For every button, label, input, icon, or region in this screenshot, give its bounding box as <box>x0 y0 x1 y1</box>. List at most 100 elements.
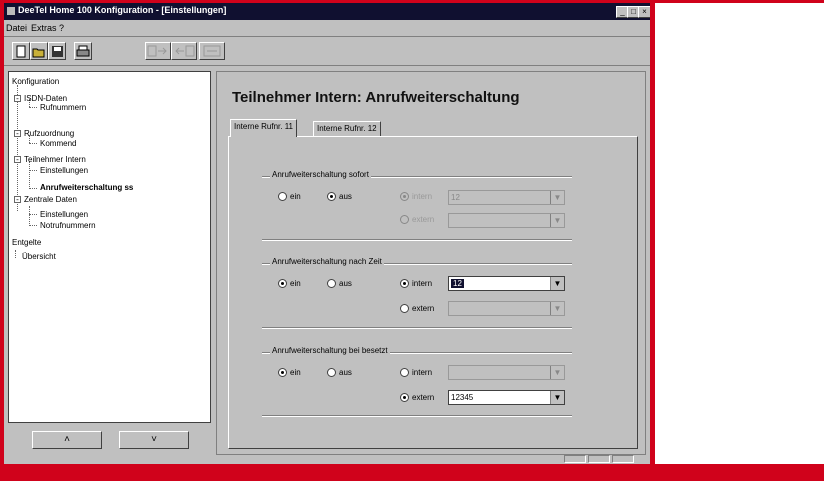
tree-item-entgelte[interactable]: Entgelte <box>12 238 41 247</box>
previous-button[interactable]: ˄ <box>32 431 102 449</box>
radio-besetzt-intern[interactable] <box>400 368 409 377</box>
menu-datei[interactable]: Datei <box>6 23 27 33</box>
tab-interne-rufnr-11[interactable]: Interne Rufnr. 11 <box>230 119 297 137</box>
window-title: DeeTel Home 100 Konfiguration - [Einstel… <box>18 5 227 15</box>
tree-connector <box>29 170 37 171</box>
tree-item-kommend[interactable]: Kommend <box>40 139 76 148</box>
combo-sofort-extern[interactable]: ▼ <box>448 213 565 228</box>
save-icon[interactable] <box>48 42 66 60</box>
tree-item-rufnummern[interactable]: Rufnummern <box>40 103 86 112</box>
combo-besetzt-intern[interactable]: ▼ <box>448 365 565 380</box>
radio-sofort-aus[interactable] <box>327 192 336 201</box>
status-panel <box>588 455 610 463</box>
status-bar <box>4 455 650 464</box>
tree-item-einstellungen[interactable]: Einstellungen <box>40 166 88 175</box>
dropdown-arrow-icon: ▼ <box>550 214 564 227</box>
tree-item-zentrale-daten[interactable]: Zentrale Daten <box>24 195 77 204</box>
transfer-from-device-icon[interactable] <box>171 42 197 60</box>
dropdown-arrow-icon: ▼ <box>550 391 564 404</box>
radio-besetzt-aus[interactable] <box>327 368 336 377</box>
tree-item-einstellungen-zentral[interactable]: Einstellungen <box>40 210 88 219</box>
group-label-nach-zeit: Anrufweiterschaltung nach Zeit <box>270 257 384 266</box>
group-divider <box>262 239 572 241</box>
title-bar[interactable]: DeeTel Home 100 Konfiguration - [Einstel… <box>4 3 651 20</box>
group-label-bei-besetzt: Anrufweiterschaltung bei besetzt <box>270 346 390 355</box>
combo-zeit-extern[interactable]: ▼ <box>448 301 565 316</box>
dropdown-arrow-icon: ▼ <box>550 277 564 290</box>
dropdown-arrow-icon: ▼ <box>550 366 564 379</box>
radio-besetzt-ein[interactable] <box>278 368 287 377</box>
dropdown-arrow-icon: ▼ <box>550 191 564 204</box>
tree-item-notrufnummern[interactable]: Notrufnummern <box>40 221 96 230</box>
radio-zeit-extern-label: extern <box>412 304 435 313</box>
app-icon <box>7 7 15 15</box>
transfer-to-device-icon[interactable] <box>145 42 171 60</box>
toolbar <box>4 36 650 66</box>
tree-connector <box>17 85 18 211</box>
radio-zeit-intern-label: intern <box>412 279 433 288</box>
open-icon[interactable] <box>30 42 48 60</box>
combo-zeit-intern[interactable]: 12 ▼ <box>448 276 565 291</box>
tree-connector <box>29 225 37 226</box>
tree-item-isdn-daten[interactable]: ISDN-Daten <box>24 94 67 103</box>
radio-besetzt-extern-label: extern <box>412 393 435 402</box>
tree-connector <box>29 107 37 108</box>
navigation-tree[interactable]: - - - - Konfiguration ISDN-Daten Rufnumm… <box>8 71 211 423</box>
collapse-icon[interactable]: - <box>14 156 21 164</box>
frame-border <box>650 0 655 481</box>
tree-connector <box>29 161 30 189</box>
menu-extras[interactable]: Extras <box>31 23 57 33</box>
menu-help[interactable]: ? <box>59 23 64 33</box>
tree-item-rufzuordnung[interactable]: Rufzuordnung <box>24 129 74 138</box>
radio-sofort-intern[interactable] <box>400 192 409 201</box>
radio-sofort-ein[interactable] <box>278 192 287 201</box>
tab-interne-rufnr-12[interactable]: Interne Rufnr. 12 <box>313 121 381 136</box>
group-divider <box>262 327 572 329</box>
radio-besetzt-intern-label: intern <box>412 368 433 377</box>
tree-item-uebersicht[interactable]: Übersicht <box>22 252 56 261</box>
next-button[interactable]: ˅ <box>119 431 189 449</box>
radio-besetzt-extern[interactable] <box>400 393 409 402</box>
tree-connector <box>29 214 37 215</box>
radio-besetzt-aus-label: aus <box>339 368 352 377</box>
frame-border <box>0 464 824 481</box>
tree-item-teilnehmer-intern[interactable]: Teilnehmer Intern <box>24 155 86 164</box>
combo-besetzt-extern[interactable]: 12345 ▼ <box>448 390 565 405</box>
frame-border <box>0 0 824 3</box>
tree-item-anrufweiterschaltung[interactable]: Anrufweiterschaltung ss <box>40 183 133 192</box>
group-divider <box>262 415 572 417</box>
dropdown-arrow-icon: ▼ <box>550 302 564 315</box>
export-icon[interactable] <box>199 42 225 60</box>
status-panel <box>564 455 586 463</box>
tree-connector <box>29 143 37 144</box>
radio-zeit-ein-label: ein <box>290 279 301 288</box>
print-icon[interactable] <box>74 42 92 60</box>
radio-sofort-ein-label: ein <box>290 192 301 201</box>
tab-panel <box>228 136 638 449</box>
tree-connector <box>15 250 16 258</box>
radio-sofort-aus-label: aus <box>339 192 352 201</box>
collapse-icon[interactable]: - <box>14 130 21 138</box>
radio-besetzt-ein-label: ein <box>290 368 301 377</box>
radio-zeit-extern[interactable] <box>400 304 409 313</box>
frame-border <box>0 0 4 481</box>
chevron-down-icon: ˅ <box>151 434 157 445</box>
radio-zeit-ein[interactable] <box>278 279 287 288</box>
collapse-icon[interactable]: - <box>14 95 21 103</box>
radio-zeit-aus[interactable] <box>327 279 336 288</box>
radio-zeit-intern[interactable] <box>400 279 409 288</box>
radio-sofort-intern-label: intern <box>412 192 433 201</box>
tree-item-konfiguration[interactable]: Konfiguration <box>12 77 59 86</box>
radio-sofort-extern[interactable] <box>400 215 409 224</box>
status-panel <box>612 455 634 463</box>
page-title: Teilnehmer Intern: Anrufweiterschaltung <box>232 89 520 106</box>
chevron-up-icon: ˄ <box>64 434 70 445</box>
tree-connector <box>29 188 37 189</box>
menu-bar: Datei Extras ? <box>4 20 650 36</box>
new-icon[interactable] <box>12 42 30 60</box>
radio-sofort-extern-label: extern <box>412 215 435 224</box>
combo-sofort-intern[interactable]: 12 ▼ <box>448 190 565 205</box>
radio-zeit-aus-label: aus <box>339 279 352 288</box>
collapse-icon[interactable]: - <box>14 196 21 204</box>
group-label-sofort: Anrufweiterschaltung sofort <box>270 170 371 179</box>
